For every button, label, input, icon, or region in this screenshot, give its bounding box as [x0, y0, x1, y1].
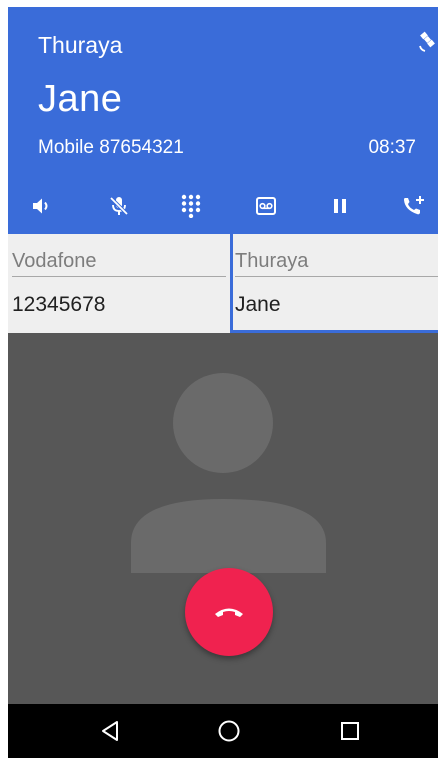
- divider: [235, 276, 438, 277]
- hold-button[interactable]: [325, 191, 355, 221]
- call-tab-name: 12345678: [12, 293, 106, 316]
- caller-line-info: Mobile 87654321: [38, 137, 184, 158]
- pause-icon: [334, 199, 346, 213]
- dialpad-icon: [181, 194, 201, 218]
- call-actions-bar: [8, 191, 438, 227]
- voicemail-button[interactable]: [251, 191, 281, 221]
- recents-button[interactable]: [336, 717, 364, 745]
- back-button[interactable]: [96, 717, 124, 745]
- in-call-screen: Thuraya Jane Mobile 87654321 08:37 Vodaf…: [8, 7, 438, 758]
- mute-button[interactable]: [104, 191, 134, 221]
- call-tab-network: Vodafone: [12, 250, 97, 272]
- home-circle-icon: [218, 720, 240, 742]
- home-button[interactable]: [215, 717, 243, 745]
- call-tab-2[interactable]: Thuraya Jane: [230, 234, 438, 333]
- call-tab-1[interactable]: Vodafone 12345678: [8, 234, 230, 333]
- add-call-icon: [404, 196, 424, 215]
- recents-square-icon: [341, 722, 359, 740]
- dialpad-button[interactable]: [176, 191, 206, 221]
- call-tab-name: Jane: [235, 293, 281, 316]
- satellite-icon: [419, 31, 435, 52]
- call-tab-network: Thuraya: [235, 250, 309, 272]
- back-triangle-icon: [102, 721, 118, 741]
- call-header: Thuraya Jane Mobile 87654321 08:37: [8, 7, 438, 234]
- end-call-button[interactable]: [185, 568, 273, 656]
- speaker-icon: [33, 198, 48, 214]
- call-tabs: Vodafone 12345678 Thuraya Jane: [8, 234, 438, 333]
- speaker-button[interactable]: [26, 191, 56, 221]
- navigation-bar: [8, 704, 438, 758]
- call-end-icon: [215, 608, 243, 617]
- mic-off-icon: [109, 196, 129, 216]
- call-timer: 08:37: [368, 137, 416, 158]
- divider: [12, 276, 226, 277]
- voicemail-icon: [256, 197, 276, 215]
- network-name: Thuraya: [38, 32, 123, 58]
- caller-name: Jane: [38, 78, 123, 120]
- add-call-button[interactable]: [398, 191, 428, 221]
